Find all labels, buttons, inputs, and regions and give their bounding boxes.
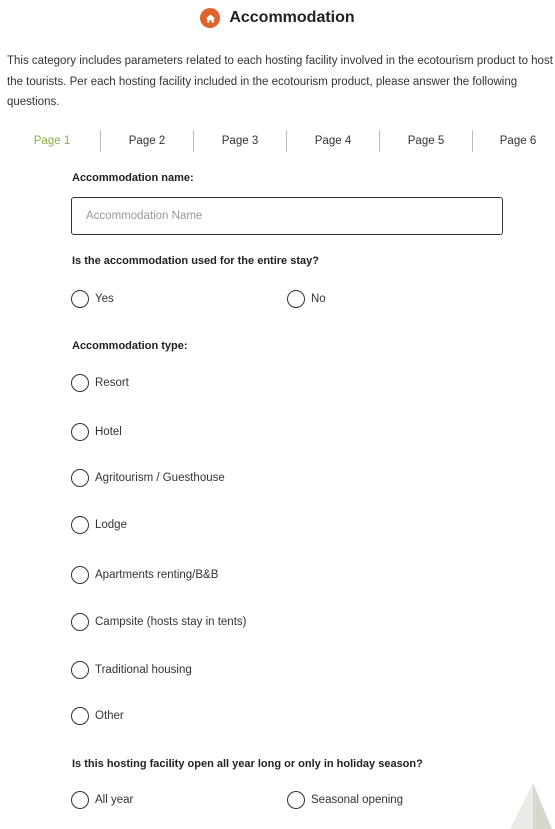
radio-circle[interactable] bbox=[71, 469, 89, 487]
radio-circle[interactable] bbox=[287, 791, 305, 809]
accommodation-type-question: Accommodation type: bbox=[72, 340, 188, 352]
radio-circle[interactable] bbox=[287, 290, 305, 308]
type-option-apartments[interactable]: Apartments renting/B&B bbox=[71, 566, 218, 584]
radio-label: Campsite (hosts stay in tents) bbox=[95, 616, 247, 628]
entire-stay-question: Is the accommodation used for the entire… bbox=[72, 255, 319, 267]
tab-page-1[interactable]: Page 1 bbox=[22, 129, 82, 153]
radio-label: Apartments renting/B&B bbox=[95, 569, 219, 581]
radio-label: No bbox=[311, 293, 326, 305]
radio-label: Traditional housing bbox=[95, 664, 192, 676]
radio-label: Yes bbox=[95, 293, 114, 305]
tab-divider bbox=[100, 130, 101, 152]
sailboat-icon bbox=[510, 783, 552, 829]
tab-page-6[interactable]: Page 6 bbox=[486, 129, 550, 153]
type-option-lodge[interactable]: Lodge bbox=[71, 516, 127, 534]
tab-page-2[interactable]: Page 2 bbox=[115, 129, 179, 153]
season-option-seasonal[interactable]: Seasonal opening bbox=[287, 791, 403, 809]
accommodation-name-label: Accommodation name: bbox=[72, 172, 194, 184]
radio-label: Other bbox=[95, 710, 124, 722]
radio-label: Lodge bbox=[95, 519, 127, 531]
radio-circle[interactable] bbox=[71, 707, 89, 725]
home-icon bbox=[200, 8, 221, 28]
type-option-hotel[interactable]: Hotel bbox=[71, 423, 122, 441]
tab-divider bbox=[193, 130, 194, 152]
tab-page-4[interactable]: Page 4 bbox=[301, 129, 365, 153]
type-option-resort[interactable]: Resort bbox=[71, 374, 129, 392]
season-option-all-year[interactable]: All year bbox=[71, 791, 133, 809]
page-title: Accommodation bbox=[229, 9, 355, 26]
accommodation-name-input[interactable] bbox=[71, 197, 503, 235]
season-question: Is this hosting facility open all year l… bbox=[72, 758, 423, 770]
radio-circle[interactable] bbox=[71, 516, 89, 534]
type-option-traditional-housing[interactable]: Traditional housing bbox=[71, 661, 192, 679]
radio-circle[interactable] bbox=[71, 613, 89, 631]
page-tabs: Page 1 Page 2 Page 3 Page 4 Page 5 Page … bbox=[0, 129, 555, 153]
radio-circle[interactable] bbox=[71, 566, 89, 584]
radio-label: Hotel bbox=[95, 426, 122, 438]
type-option-campsite[interactable]: Campsite (hosts stay in tents) bbox=[71, 613, 246, 631]
radio-circle[interactable] bbox=[71, 791, 89, 809]
intro-text: This category includes parameters relate… bbox=[7, 55, 553, 108]
tab-divider bbox=[379, 130, 380, 152]
radio-circle[interactable] bbox=[71, 661, 89, 679]
entire-stay-option-no[interactable]: No bbox=[287, 290, 326, 308]
radio-circle[interactable] bbox=[71, 374, 89, 392]
entire-stay-option-yes[interactable]: Yes bbox=[71, 290, 114, 308]
radio-circle[interactable] bbox=[71, 423, 89, 441]
radio-label: All year bbox=[95, 794, 134, 806]
radio-label: Resort bbox=[95, 377, 129, 389]
radio-label: Agritourism / Guesthouse bbox=[95, 472, 225, 484]
tab-page-3[interactable]: Page 3 bbox=[208, 129, 272, 153]
page-header: Accommodation bbox=[0, 7, 555, 29]
radio-label: Seasonal opening bbox=[311, 794, 404, 806]
type-option-other[interactable]: Other bbox=[71, 707, 124, 725]
tab-page-5[interactable]: Page 5 bbox=[394, 129, 458, 153]
type-option-agritourism[interactable]: Agritourism / Guesthouse bbox=[71, 469, 225, 487]
tab-divider bbox=[286, 130, 287, 152]
radio-circle[interactable] bbox=[71, 290, 89, 308]
tab-divider bbox=[472, 130, 473, 152]
